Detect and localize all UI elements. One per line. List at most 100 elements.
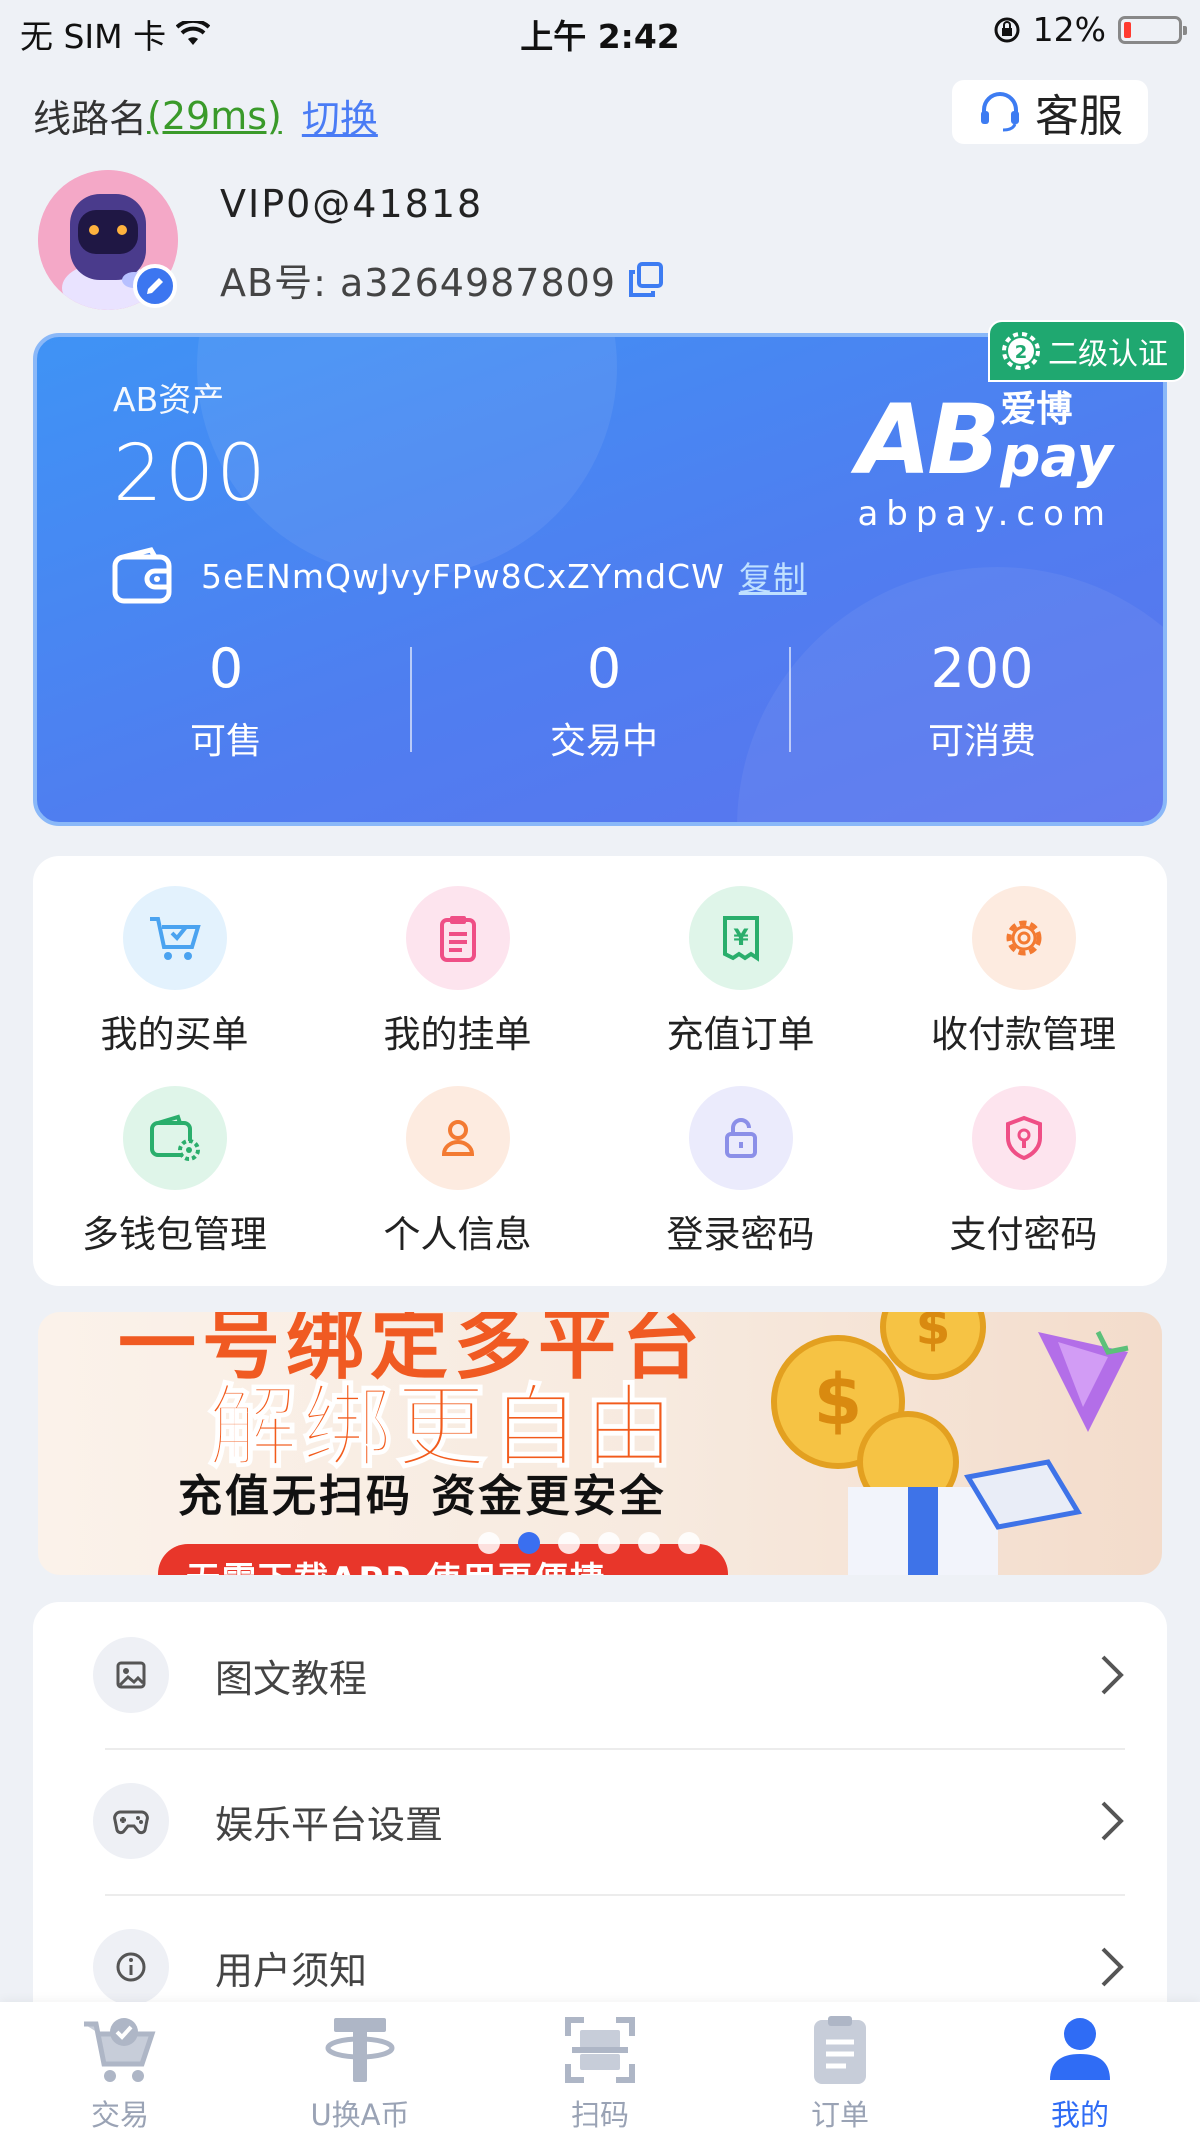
scan-icon [562, 2012, 638, 2088]
user-icon [1042, 2012, 1118, 2088]
menu-my-listings[interactable]: 我的挂单 [316, 886, 599, 1058]
status-bar: 无 SIM 卡 上午 2:42 12% [0, 0, 1200, 60]
tab-label: 扫码 [570, 2098, 629, 2132]
chevron-right-icon [1101, 1801, 1124, 1841]
route-latency: (29ms) [147, 93, 282, 138]
svg-text:¥: ¥ [733, 926, 749, 951]
menu-label: 收付款管理 [931, 1013, 1116, 1056]
list-item-gaming-settings[interactable]: 娱乐平台设置 [93, 1748, 1127, 1894]
copy-address-link[interactable]: 复制 [739, 552, 807, 600]
customer-service-label: 客服 [1035, 91, 1123, 142]
menu-my-buy-orders[interactable]: 我的买单 [33, 886, 316, 1058]
username: VIP0@41818 [220, 182, 484, 226]
asset-value: 200 [113, 429, 268, 519]
copy-icon[interactable] [626, 260, 666, 300]
stat-label: 可售 [189, 721, 262, 762]
edit-avatar-button[interactable] [133, 264, 177, 308]
battery-percent: 12% [1032, 10, 1106, 49]
menu-label: 我的挂单 [383, 1013, 532, 1056]
tab-label: 订单 [810, 2098, 869, 2132]
pagination-dot[interactable] [478, 1532, 500, 1554]
menu-login-password[interactable]: 登录密码 [599, 1086, 882, 1258]
certification-label: 二级认证 [1048, 337, 1168, 372]
wallet-gear-icon [122, 1086, 227, 1190]
menu-label: 登录密码 [666, 1213, 815, 1256]
person-icon [405, 1086, 510, 1190]
asset-label: AB资产 [113, 380, 225, 419]
wallet-address-row: 5eENmQwJvyFPw8CxZYmdCW 复制 [111, 547, 807, 605]
info-icon [93, 1929, 169, 2005]
menu-label: 多钱包管理 [82, 1213, 267, 1256]
banner-subtitle: 充值无扫码 资金更安全 [178, 1471, 667, 1522]
pencil-icon [147, 278, 163, 294]
tab-label: U换A币 [310, 2098, 410, 2132]
stat-trading: 0 交易中 [415, 637, 793, 764]
tab-orders[interactable]: 订单 [720, 2002, 960, 2134]
logo-url: abpay.com [857, 493, 1113, 534]
tab-scan[interactable]: 扫码 [480, 2002, 720, 2134]
logo-pay-text: pay [1000, 424, 1113, 490]
menu-payment-management[interactable]: 收付款管理 [882, 886, 1165, 1058]
gear-icon [971, 886, 1076, 990]
route-switch-link[interactable]: 切换 [302, 88, 378, 143]
tab-label: 交易 [90, 2098, 149, 2132]
stat-spendable: 200 可消费 [793, 637, 1163, 764]
cart-tab-icon [82, 2012, 158, 2088]
menu-label: 我的买单 [100, 1013, 249, 1056]
headset-icon [981, 92, 1019, 132]
menu-label: 支付密码 [949, 1213, 1098, 1256]
abpay-logo: AB 爱博 pay abpay.com [813, 391, 1113, 534]
tab-trade[interactable]: 交易 [0, 2002, 240, 2134]
wallet-icon [112, 547, 172, 604]
bottom-tab-bar: 交易 U换A币 扫码 订单 我的 [0, 2002, 1200, 2134]
menu-recharge-orders[interactable]: ¥ 充值订单 [599, 886, 882, 1058]
pagination-dot-active[interactable] [518, 1532, 540, 1554]
lock-icon [688, 1086, 793, 1190]
route-line: 线路名 (29ms) 切换 [33, 88, 378, 143]
stat-label: 交易中 [549, 721, 658, 762]
svg-text:$: $ [916, 1312, 951, 1356]
stat-value: 200 [930, 637, 1034, 700]
menu-label: 充值订单 [666, 1013, 815, 1056]
svg-text:2: 2 [1015, 342, 1028, 363]
shield-key-icon [971, 1086, 1076, 1190]
tab-label: 我的 [1050, 2098, 1109, 2132]
menu-personal-info[interactable]: 个人信息 [316, 1086, 599, 1258]
list-item-label: 图文教程 [215, 1656, 368, 1701]
route-label: 线路名 [33, 97, 148, 141]
stat-value: 0 [586, 637, 622, 700]
tether-icon [322, 2012, 398, 2088]
list-item-label: 用户须知 [215, 1948, 368, 1993]
image-icon [93, 1637, 169, 1713]
logo-cn-text: 爱博 [1000, 389, 1073, 430]
stat-divider [410, 647, 412, 752]
coins-gift-icon: $ $ [771, 1312, 1129, 1575]
pagination-dot[interactable] [678, 1532, 700, 1554]
menu-payment-password[interactable]: 支付密码 [882, 1086, 1165, 1258]
tab-mine[interactable]: 我的 [960, 2002, 1200, 2134]
customer-service-button[interactable]: 客服 [952, 80, 1148, 144]
cart-icon [122, 886, 227, 990]
stat-sellable: 0 可售 [37, 637, 415, 764]
chevron-right-icon [1101, 1947, 1124, 1987]
stat-label: 可消费 [927, 721, 1036, 762]
pagination-dot[interactable] [638, 1532, 660, 1554]
pagination-dot[interactable] [558, 1532, 580, 1554]
list-item-label: 娱乐平台设置 [215, 1802, 444, 1847]
rotation-lock-icon [994, 17, 1020, 42]
pagination-dot[interactable] [598, 1532, 620, 1554]
settings-list: 图文教程 娱乐平台设置 用户须知 [33, 1602, 1167, 2005]
stat-value: 0 [208, 637, 244, 700]
order-icon [802, 2012, 878, 2088]
svg-text:$: $ [814, 1359, 863, 1441]
status-right: 12% [993, 10, 1187, 49]
tab-u-to-a[interactable]: U换A币 [240, 2002, 480, 2134]
list-item-tutorial[interactable]: 图文教程 [93, 1602, 1127, 1748]
menu-multi-wallet[interactable]: 多钱包管理 [33, 1086, 316, 1258]
battery-icon [1118, 15, 1187, 44]
ab-id-text: AB号: a3264987809 [220, 261, 617, 305]
stat-divider [789, 647, 791, 752]
certification-badge[interactable]: 2 二级认证 [988, 320, 1186, 382]
clipboard-icon [405, 886, 510, 990]
wallet-address: 5eENmQwJvyFPw8CxZYmdCW [201, 556, 725, 596]
